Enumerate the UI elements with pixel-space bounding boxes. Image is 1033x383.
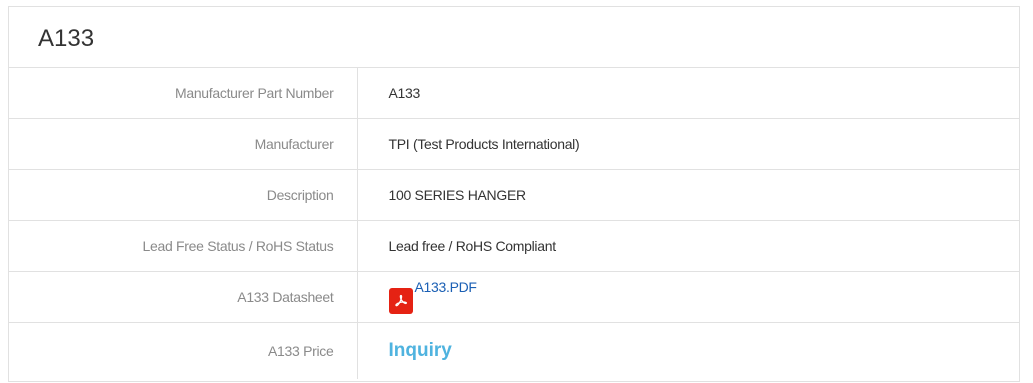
row-label-description: Description <box>9 169 358 221</box>
row-label-datasheet: A133 Datasheet <box>9 271 358 323</box>
row-value-manufacturer: TPI (Test Products International) <box>357 118 1019 170</box>
row-value-price: Inquiry <box>357 323 1019 380</box>
inquiry-link[interactable]: Inquiry <box>389 340 452 361</box>
pdf-icon <box>388 287 413 314</box>
row-label-rohs-status: Lead Free Status / RoHS Status <box>9 220 358 272</box>
row-value-description: 100 SERIES HANGER <box>357 169 1019 221</box>
product-title: A133 <box>9 7 1019 68</box>
table-row: Manufacturer TPI (Test Products Internat… <box>9 118 1019 170</box>
spec-table: Manufacturer Part Number A133 Manufactur… <box>9 68 1019 379</box>
datasheet-link[interactable]: A133.PDF <box>388 279 477 314</box>
product-spec-card: A133 Manufacturer Part Number A133 Manuf… <box>8 6 1020 382</box>
row-value-datasheet: A133.PDF <box>357 271 1019 323</box>
table-row: A133 Price Inquiry <box>9 322 1019 380</box>
table-row: Lead Free Status / RoHS Status Lead free… <box>9 220 1019 272</box>
row-label-price: A133 Price <box>9 322 358 379</box>
row-label-manufacturer: Manufacturer <box>9 118 358 170</box>
table-row: Description 100 SERIES HANGER <box>9 169 1019 221</box>
row-label-part-number: Manufacturer Part Number <box>9 68 358 119</box>
row-value-rohs-status: Lead free / RoHS Compliant <box>357 220 1019 272</box>
row-value-part-number: A133 <box>357 68 1019 119</box>
table-row: Manufacturer Part Number A133 <box>9 68 1019 119</box>
datasheet-link-text[interactable]: A133.PDF <box>415 279 477 295</box>
table-row: A133 Datasheet A133.PDF <box>9 271 1019 323</box>
